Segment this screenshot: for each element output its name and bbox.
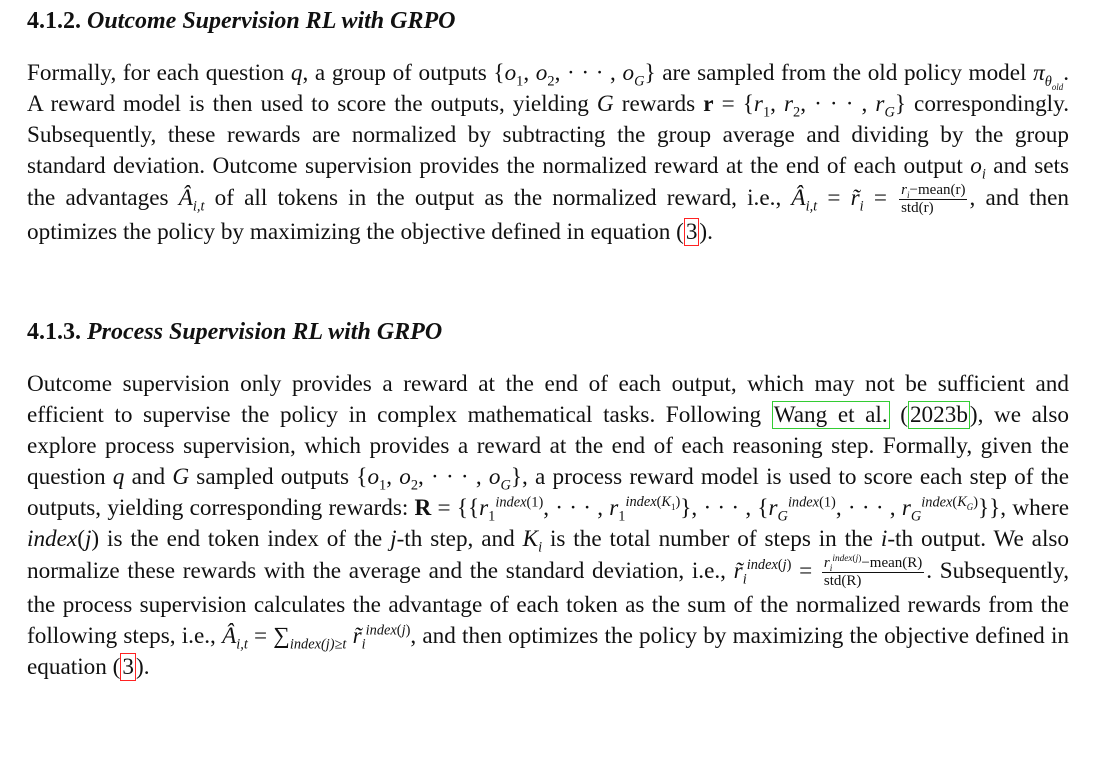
section-number: 4.1.2. [27, 8, 81, 34]
section-number: 4.1.3. [27, 319, 81, 345]
equation-ref-link[interactable]: 3 [683, 218, 700, 246]
section-title: Outcome Supervision RL with GRPO [87, 8, 456, 34]
citation-link-year[interactable]: 2023b [907, 401, 970, 429]
fraction-process-normalized: riindex(j)−mean(R) std(R) [821, 554, 925, 589]
citation-link-author[interactable]: Wang et al. [771, 401, 890, 429]
section-heading-process: 4.1.3. Process Supervision RL with GRPO [27, 319, 442, 346]
section-heading-outcome: 4.1.2. Outcome Supervision RL with GRPO [27, 8, 455, 35]
fraction-normalized-reward: ri−mean(r) std(r) [899, 182, 968, 216]
paragraph-outcome-supervision: Formally, for each question q, a group o… [27, 60, 1070, 246]
equation-ref-link[interactable]: 3 [120, 653, 136, 681]
section-title: Process Supervision RL with GRPO [87, 319, 443, 345]
paragraph-process-supervision: Outcome supervision only provides a rewa… [27, 371, 1070, 681]
